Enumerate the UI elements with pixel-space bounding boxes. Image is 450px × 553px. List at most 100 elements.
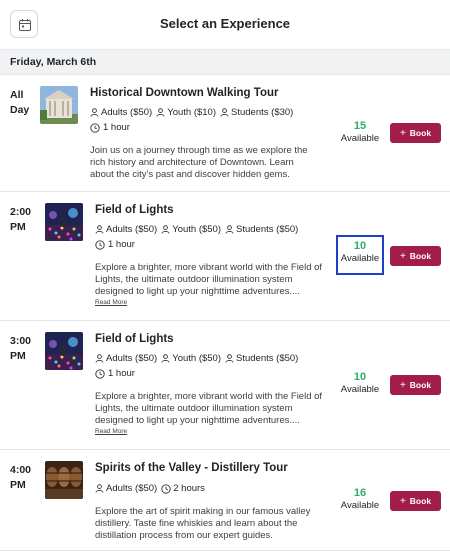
available-label: Available <box>340 133 380 144</box>
plus-icon: + <box>399 379 406 391</box>
time-line-1: 4:00 <box>10 464 32 476</box>
price-item: Youth ($50) <box>161 353 221 364</box>
tour-thumbnail <box>40 86 78 124</box>
person-icon <box>225 225 234 234</box>
time-line-2: Day <box>10 104 30 116</box>
time-line-2: PM <box>10 221 26 233</box>
tour-row: All Day Historical Downtown Walking Tour… <box>0 76 450 192</box>
person-icon <box>95 354 104 363</box>
time-line-1: 2:00 <box>10 206 32 218</box>
tour-row: 3:00 PM Field of Lights Adults ($50) You… <box>0 322 450 450</box>
price-item: Adults ($50) <box>95 353 157 364</box>
book-label: Book <box>409 251 432 261</box>
price-item: Youth ($10) <box>156 107 216 118</box>
price-text: Adults ($50) <box>106 353 158 364</box>
price-text: Youth ($10) <box>167 107 217 118</box>
tour-row: 2:00 PM Field of Lights Adults ($50) You… <box>0 193 450 321</box>
tour-title: Field of Lights <box>95 333 174 345</box>
time-label: All Day <box>10 88 29 118</box>
price-item: Adults ($50) <box>95 224 157 235</box>
book-label: Book <box>409 496 432 506</box>
price-item: Adults ($50) <box>95 483 157 494</box>
price-item: Students ($50) <box>225 353 298 364</box>
price-list: Adults ($50) Youth ($50) Students ($50) <box>95 224 302 235</box>
available-label: Available <box>340 500 380 511</box>
person-icon <box>156 108 165 117</box>
plus-icon: + <box>399 127 406 139</box>
clock-icon <box>90 122 100 133</box>
read-more-link[interactable]: Read More <box>95 428 127 435</box>
person-icon <box>95 484 104 493</box>
plus-icon: + <box>399 250 406 262</box>
person-icon <box>90 108 99 117</box>
tour-thumbnail <box>45 461 83 499</box>
price-item: Youth ($50) <box>161 224 221 235</box>
tour-thumbnail <box>45 332 83 370</box>
available-count: 10 <box>353 371 367 383</box>
price-text: Students ($50) <box>236 224 299 235</box>
plus-icon: + <box>399 495 406 507</box>
tour-thumbnail <box>45 203 83 241</box>
person-icon <box>95 225 104 234</box>
time-label: 3:00 PM <box>10 334 31 364</box>
duration-text: 1 hour <box>108 239 135 250</box>
available-label: Available <box>340 253 380 264</box>
person-icon <box>161 225 170 234</box>
tour-description: Explore a brighter, more vibrant world w… <box>95 262 323 297</box>
price-text: Adults ($50) <box>106 224 158 235</box>
duration: 1 hour <box>90 122 130 133</box>
book-label: Book <box>409 380 432 390</box>
person-icon <box>225 354 234 363</box>
person-icon <box>161 354 170 363</box>
time-label: 4:00 PM <box>10 463 31 493</box>
availability: 10 Available <box>336 235 384 275</box>
price-item: Adults ($50) <box>90 107 152 118</box>
tour-row: 4:00 PM Spirits of the Valley - Distille… <box>0 451 450 551</box>
tour-description: Explore the art of spirit making in our … <box>95 506 311 541</box>
clock-icon <box>161 483 171 494</box>
available-label: Available <box>340 384 380 395</box>
page-title: Select an Experience <box>159 16 291 31</box>
time-line-2: PM <box>10 350 26 362</box>
duration-text: 1 hour <box>103 122 130 133</box>
availability: 10 Available <box>335 371 385 396</box>
header: Select an Experience <box>0 0 450 48</box>
available-count: 10 <box>353 240 367 252</box>
book-button[interactable]: + Book <box>390 246 441 266</box>
price-item: Students ($30) <box>220 107 293 118</box>
availability: 16 Available <box>335 487 385 512</box>
clock-icon <box>95 239 105 250</box>
price-text: Students ($50) <box>236 353 299 364</box>
price-text: Students ($30) <box>231 107 294 118</box>
price-text: Youth ($50) <box>172 353 222 364</box>
available-count: 15 <box>353 120 367 132</box>
book-button[interactable]: + Book <box>390 491 441 511</box>
tour-title: Historical Downtown Walking Tour <box>90 87 279 99</box>
time-label: 2:00 PM <box>10 205 31 235</box>
date-label: Friday, March 6th <box>10 56 97 68</box>
time-line-1: 3:00 <box>10 335 32 347</box>
book-button[interactable]: + Book <box>390 375 441 395</box>
tour-title: Spirits of the Valley - Distillery Tour <box>95 462 288 474</box>
book-label: Book <box>409 128 432 138</box>
price-text: Youth ($50) <box>172 224 222 235</box>
read-more-link[interactable]: Read More <box>95 299 127 306</box>
time-line-1: All <box>10 89 24 101</box>
price-text: Adults ($50) <box>106 483 158 494</box>
person-icon <box>220 108 229 117</box>
available-count: 16 <box>353 487 367 499</box>
price-text: Adults ($50) <box>101 107 153 118</box>
price-list: Adults ($50) 2 hours <box>95 483 209 494</box>
tour-title: Field of Lights <box>95 204 174 216</box>
price-item: Students ($50) <box>225 224 298 235</box>
duration: 1 hour <box>95 239 135 250</box>
price-list: Adults ($50) Youth ($10) Students ($30) <box>90 107 297 118</box>
duration-text: 2 hours <box>173 483 205 494</box>
price-list: Adults ($50) Youth ($50) Students ($50) <box>95 353 302 364</box>
tour-description: Join us on a journey through time as we … <box>90 145 308 180</box>
time-line-2: PM <box>10 479 26 491</box>
tour-description: Explore a brighter, more vibrant world w… <box>95 391 323 426</box>
date-header: Friday, March 6th <box>0 49 450 75</box>
book-button[interactable]: + Book <box>390 123 441 143</box>
availability: 15 Available <box>335 120 385 145</box>
